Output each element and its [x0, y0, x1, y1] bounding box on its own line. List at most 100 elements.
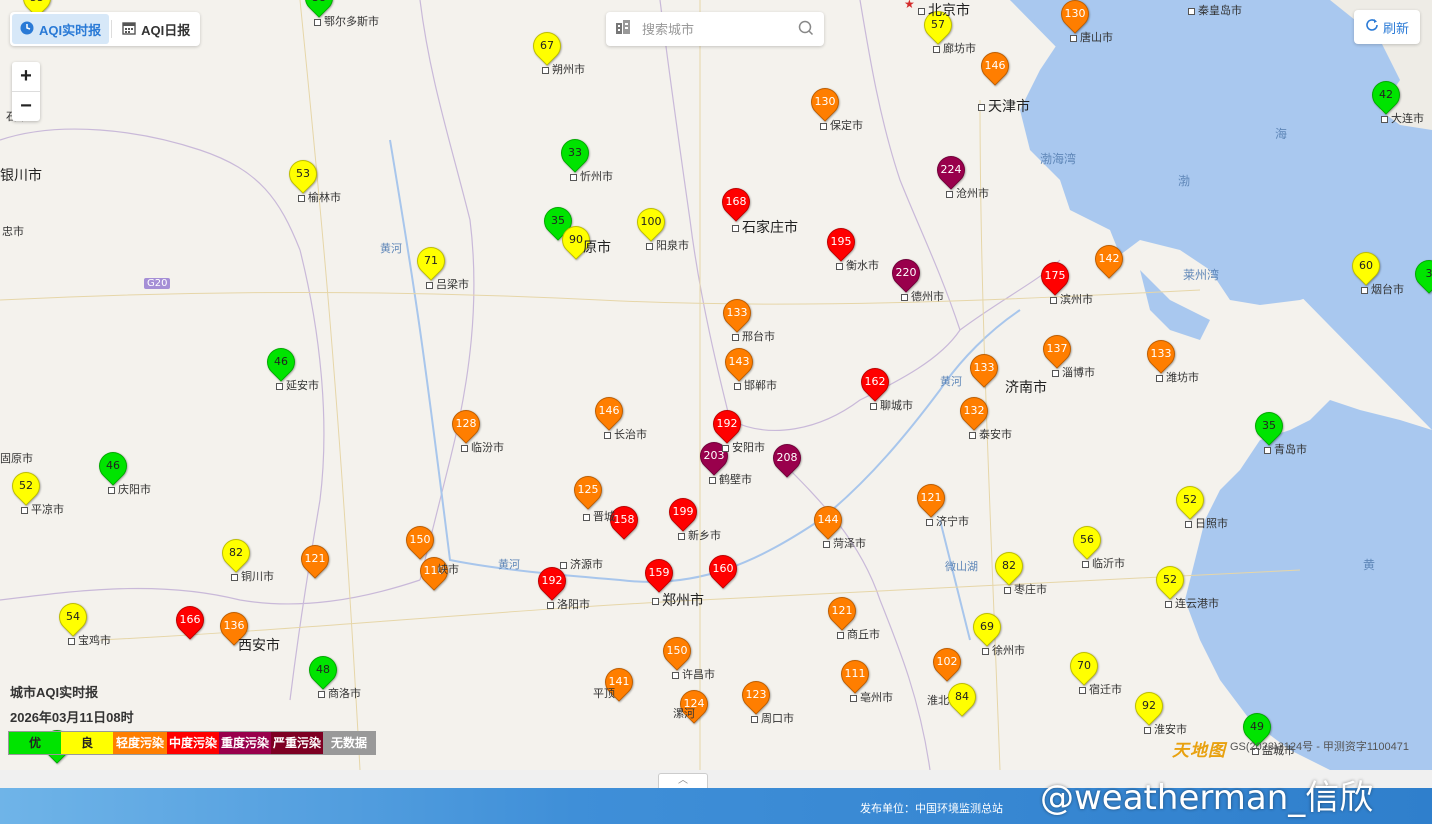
aqi-value: 49 [1250, 720, 1264, 733]
search-input[interactable] [640, 20, 784, 38]
city-label-sanmenxia: 峡市 [437, 563, 459, 576]
city-name: 忻州市 [580, 170, 613, 183]
aqi-value: 160 [712, 562, 734, 575]
city-label-luohe: 漯河 [673, 707, 695, 720]
city-name: 临沂市 [1092, 557, 1125, 570]
city-name: 周口市 [761, 712, 794, 725]
city-name: 廊坊市 [943, 42, 976, 55]
aqi-value: 130 [1064, 7, 1086, 20]
legend-item: 无数据 [323, 732, 375, 754]
city-dot [21, 506, 28, 514]
city-dot [1165, 600, 1172, 608]
city-label: 青岛市 [1264, 441, 1307, 457]
city-label: 徐州市 [982, 642, 1025, 658]
aqi-value: 70 [1077, 659, 1091, 672]
city-label: 淮安市 [1144, 721, 1187, 737]
tianditu-logo: 天地图 [1172, 741, 1226, 760]
city-label: 沧州市 [946, 185, 989, 201]
aqi-value: 146 [984, 59, 1006, 72]
city-dot [231, 573, 238, 581]
city-label: 烟台市 [1361, 281, 1404, 297]
city-label-qinhuangdao: 秦皇岛市 [1188, 2, 1242, 18]
river-label-1: 黄河 [380, 243, 402, 255]
city-name: 延安市 [286, 379, 319, 392]
city-dot [1144, 726, 1151, 734]
aqi-value: 123 [745, 688, 767, 701]
city-name: 许昌市 [682, 668, 715, 681]
zoom-in-button[interactable]: + [12, 62, 40, 91]
aqi-value: 142 [1098, 252, 1120, 265]
city-label-pingdingshan: 平顶 [593, 687, 615, 700]
aqi-value: 100 [640, 215, 662, 228]
city-dot [542, 66, 549, 74]
aqi-value: 3 [1425, 267, 1432, 280]
city-dot [68, 637, 75, 645]
aqi-value: 130 [814, 95, 836, 108]
aqi-value: 60 [1359, 259, 1373, 272]
city-name: 平凉市 [31, 503, 64, 516]
aqi-value: 121 [304, 552, 326, 565]
refresh-icon [1365, 18, 1379, 36]
aqi-value: 143 [728, 355, 750, 368]
capital-star-icon: ★ [904, 0, 915, 11]
sea-label-huang: 黄 [1363, 558, 1376, 572]
city-dot [298, 194, 305, 202]
city-dot [1188, 7, 1195, 15]
city-label: 大连市 [1381, 110, 1424, 126]
refresh-button[interactable]: 刷新 [1354, 10, 1420, 44]
city-dot [969, 431, 976, 439]
city-dot [946, 190, 953, 198]
city-name: 长治市 [614, 428, 647, 441]
city-label-yinchuan: 银川市 [0, 168, 42, 184]
city-name: 商洛市 [328, 687, 361, 700]
city-dot [1361, 286, 1368, 294]
city-name: 阳泉市 [656, 239, 689, 252]
city-dot [820, 122, 827, 130]
aqi-value: 146 [598, 404, 620, 417]
city-name: 大连市 [1391, 112, 1424, 125]
tab-aqi-daily[interactable]: AQI日报 [114, 14, 198, 44]
legend-item: 重度污染 [219, 732, 271, 754]
zoom-out-button[interactable]: − [12, 91, 40, 121]
city-label: 枣庄市 [1004, 581, 1047, 597]
aqi-value: 133 [726, 306, 748, 319]
city-label: 临汾市 [461, 439, 504, 455]
city-label: 安阳市 [722, 439, 765, 455]
city-label: 德州市 [901, 288, 944, 304]
city-name: 保定市 [830, 119, 863, 132]
city-dot [1185, 520, 1192, 528]
city-name: 宝鸡市 [78, 634, 111, 647]
city-name: 宿迁市 [1089, 683, 1122, 696]
city-name: 青岛市 [1274, 443, 1307, 456]
city-name: 商丘市 [847, 628, 880, 641]
refresh-label: 刷新 [1382, 20, 1409, 36]
aqi-map[interactable]: 5538675713014613042533322435901001681957… [0, 0, 1432, 770]
sea-label-bo: 渤 [1178, 174, 1191, 188]
tab-aqi-realtime[interactable]: AQI实时报 [12, 14, 110, 44]
city-dot [672, 671, 679, 679]
city-name: 新乡市 [688, 529, 721, 542]
aqi-value: 224 [940, 163, 962, 176]
city-label: 聊城市 [870, 397, 913, 413]
city-name: 淮安市 [1154, 723, 1187, 736]
weibo-watermark: @weatherman_信欣 [1040, 778, 1374, 818]
city-label: 榆林市 [298, 189, 341, 205]
city-dot [870, 402, 877, 410]
aqi-value: 133 [1150, 347, 1172, 360]
city-label: 宝鸡市 [68, 632, 111, 648]
report-tabs: AQI实时报 AQI日报 [10, 12, 201, 46]
city-label: 吕梁市 [426, 276, 469, 292]
city-name: 铜川市 [241, 570, 274, 583]
expand-panel-button[interactable]: ︿ [658, 773, 708, 788]
city-name: 庆阳市 [118, 483, 151, 496]
aqi-value: 132 [963, 404, 985, 417]
aqi-value: 144 [817, 513, 839, 526]
city-name: 吕梁市 [436, 278, 469, 291]
aqi-value: 125 [577, 483, 599, 496]
aqi-value: 128 [455, 417, 477, 430]
city-dot [722, 444, 729, 452]
aqi-value: 46 [106, 459, 120, 472]
city-label-zhongwei: 忠市 [2, 225, 24, 238]
search-icon[interactable] [798, 20, 814, 40]
city-label: 亳州市 [850, 689, 893, 705]
